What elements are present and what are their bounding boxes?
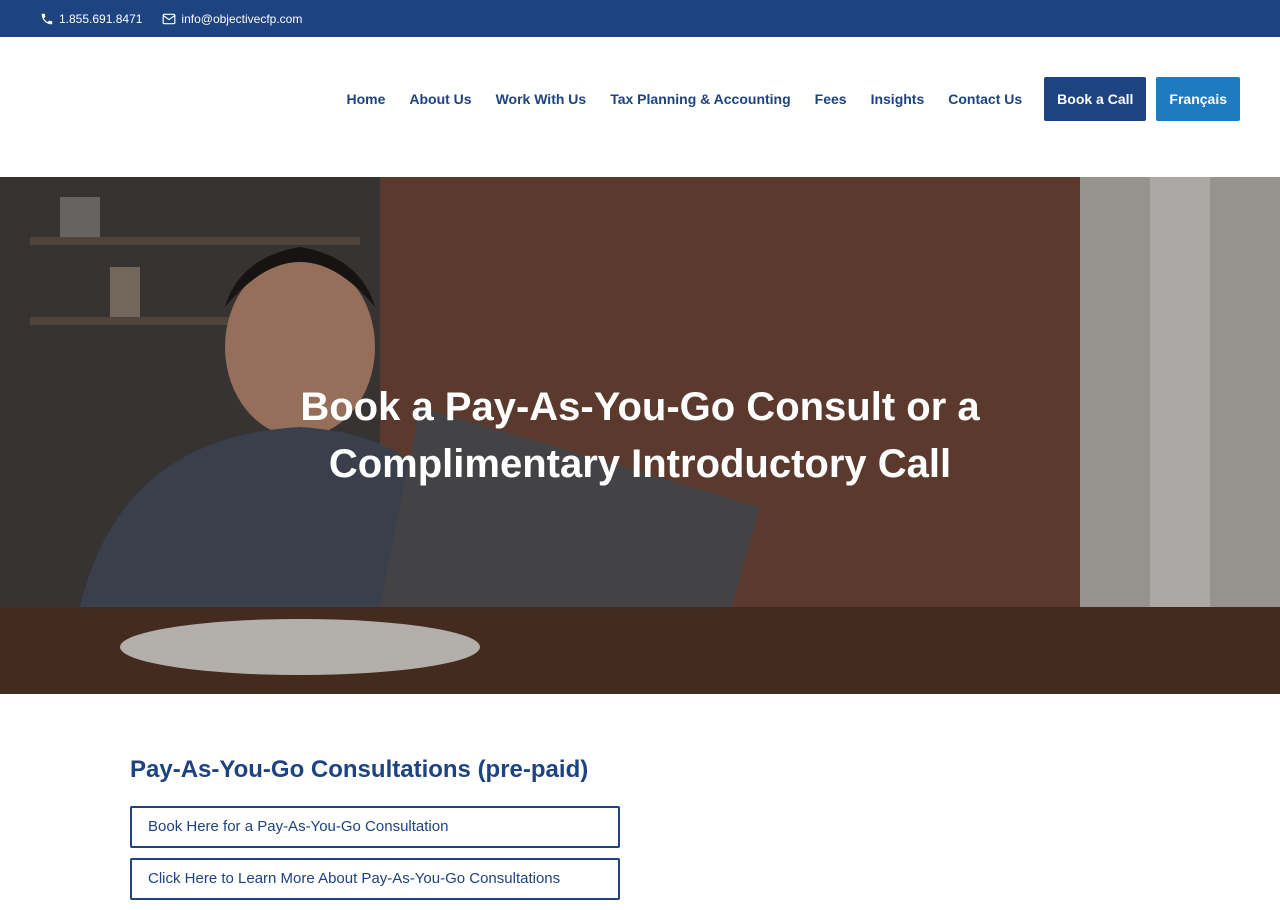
- top-contact-bar: 1.855.691.8471 info@objectivecfp.com: [0, 0, 1280, 37]
- nav-work-with-us[interactable]: Work With Us: [496, 91, 587, 107]
- hero-title-line-1: Book a Pay-As-You-Go Consult or a: [300, 385, 980, 429]
- email-link[interactable]: info@objectivecfp.com: [181, 12, 302, 26]
- hero-banner: Book a Pay-As-You-Go Consult or a Compli…: [0, 177, 1280, 694]
- email-contact[interactable]: info@objectivecfp.com: [162, 12, 302, 26]
- main-nav: Home About Us Work With Us Tax Planning …: [346, 77, 1240, 121]
- nav-about-us[interactable]: About Us: [409, 91, 471, 107]
- nav-tax-planning[interactable]: Tax Planning & Accounting: [610, 91, 790, 107]
- envelope-icon: [163, 13, 176, 24]
- phone-link[interactable]: 1.855.691.8471: [59, 12, 142, 26]
- section-title: Pay-As-You-Go Consultations (pre-paid): [130, 756, 589, 783]
- learn-more-button[interactable]: Click Here to Learn More About Pay-As-Yo…: [130, 858, 620, 900]
- site-header: Home About Us Work With Us Tax Planning …: [0, 37, 1280, 177]
- nav-contact-us[interactable]: Contact Us: [948, 91, 1022, 107]
- hero-title-line-2: Complimentary Introductory Call: [328, 442, 952, 486]
- phone-icon: [41, 13, 53, 24]
- language-button[interactable]: Français: [1156, 77, 1240, 121]
- book-consultation-button[interactable]: Book Here for a Pay-As-You-Go Consultati…: [130, 806, 620, 848]
- book-call-button[interactable]: Book a Call: [1044, 77, 1147, 121]
- hero-title: Book a Pay-As-You-Go Consult or a Compli…: [240, 379, 1040, 493]
- nav-home[interactable]: Home: [346, 91, 385, 107]
- phone-contact[interactable]: 1.855.691.8471: [40, 12, 142, 26]
- nav-insights[interactable]: Insights: [871, 91, 925, 107]
- nav-fees[interactable]: Fees: [815, 91, 847, 107]
- consultations-section: Pay-As-You-Go Consultations (pre-paid) B…: [130, 756, 620, 910]
